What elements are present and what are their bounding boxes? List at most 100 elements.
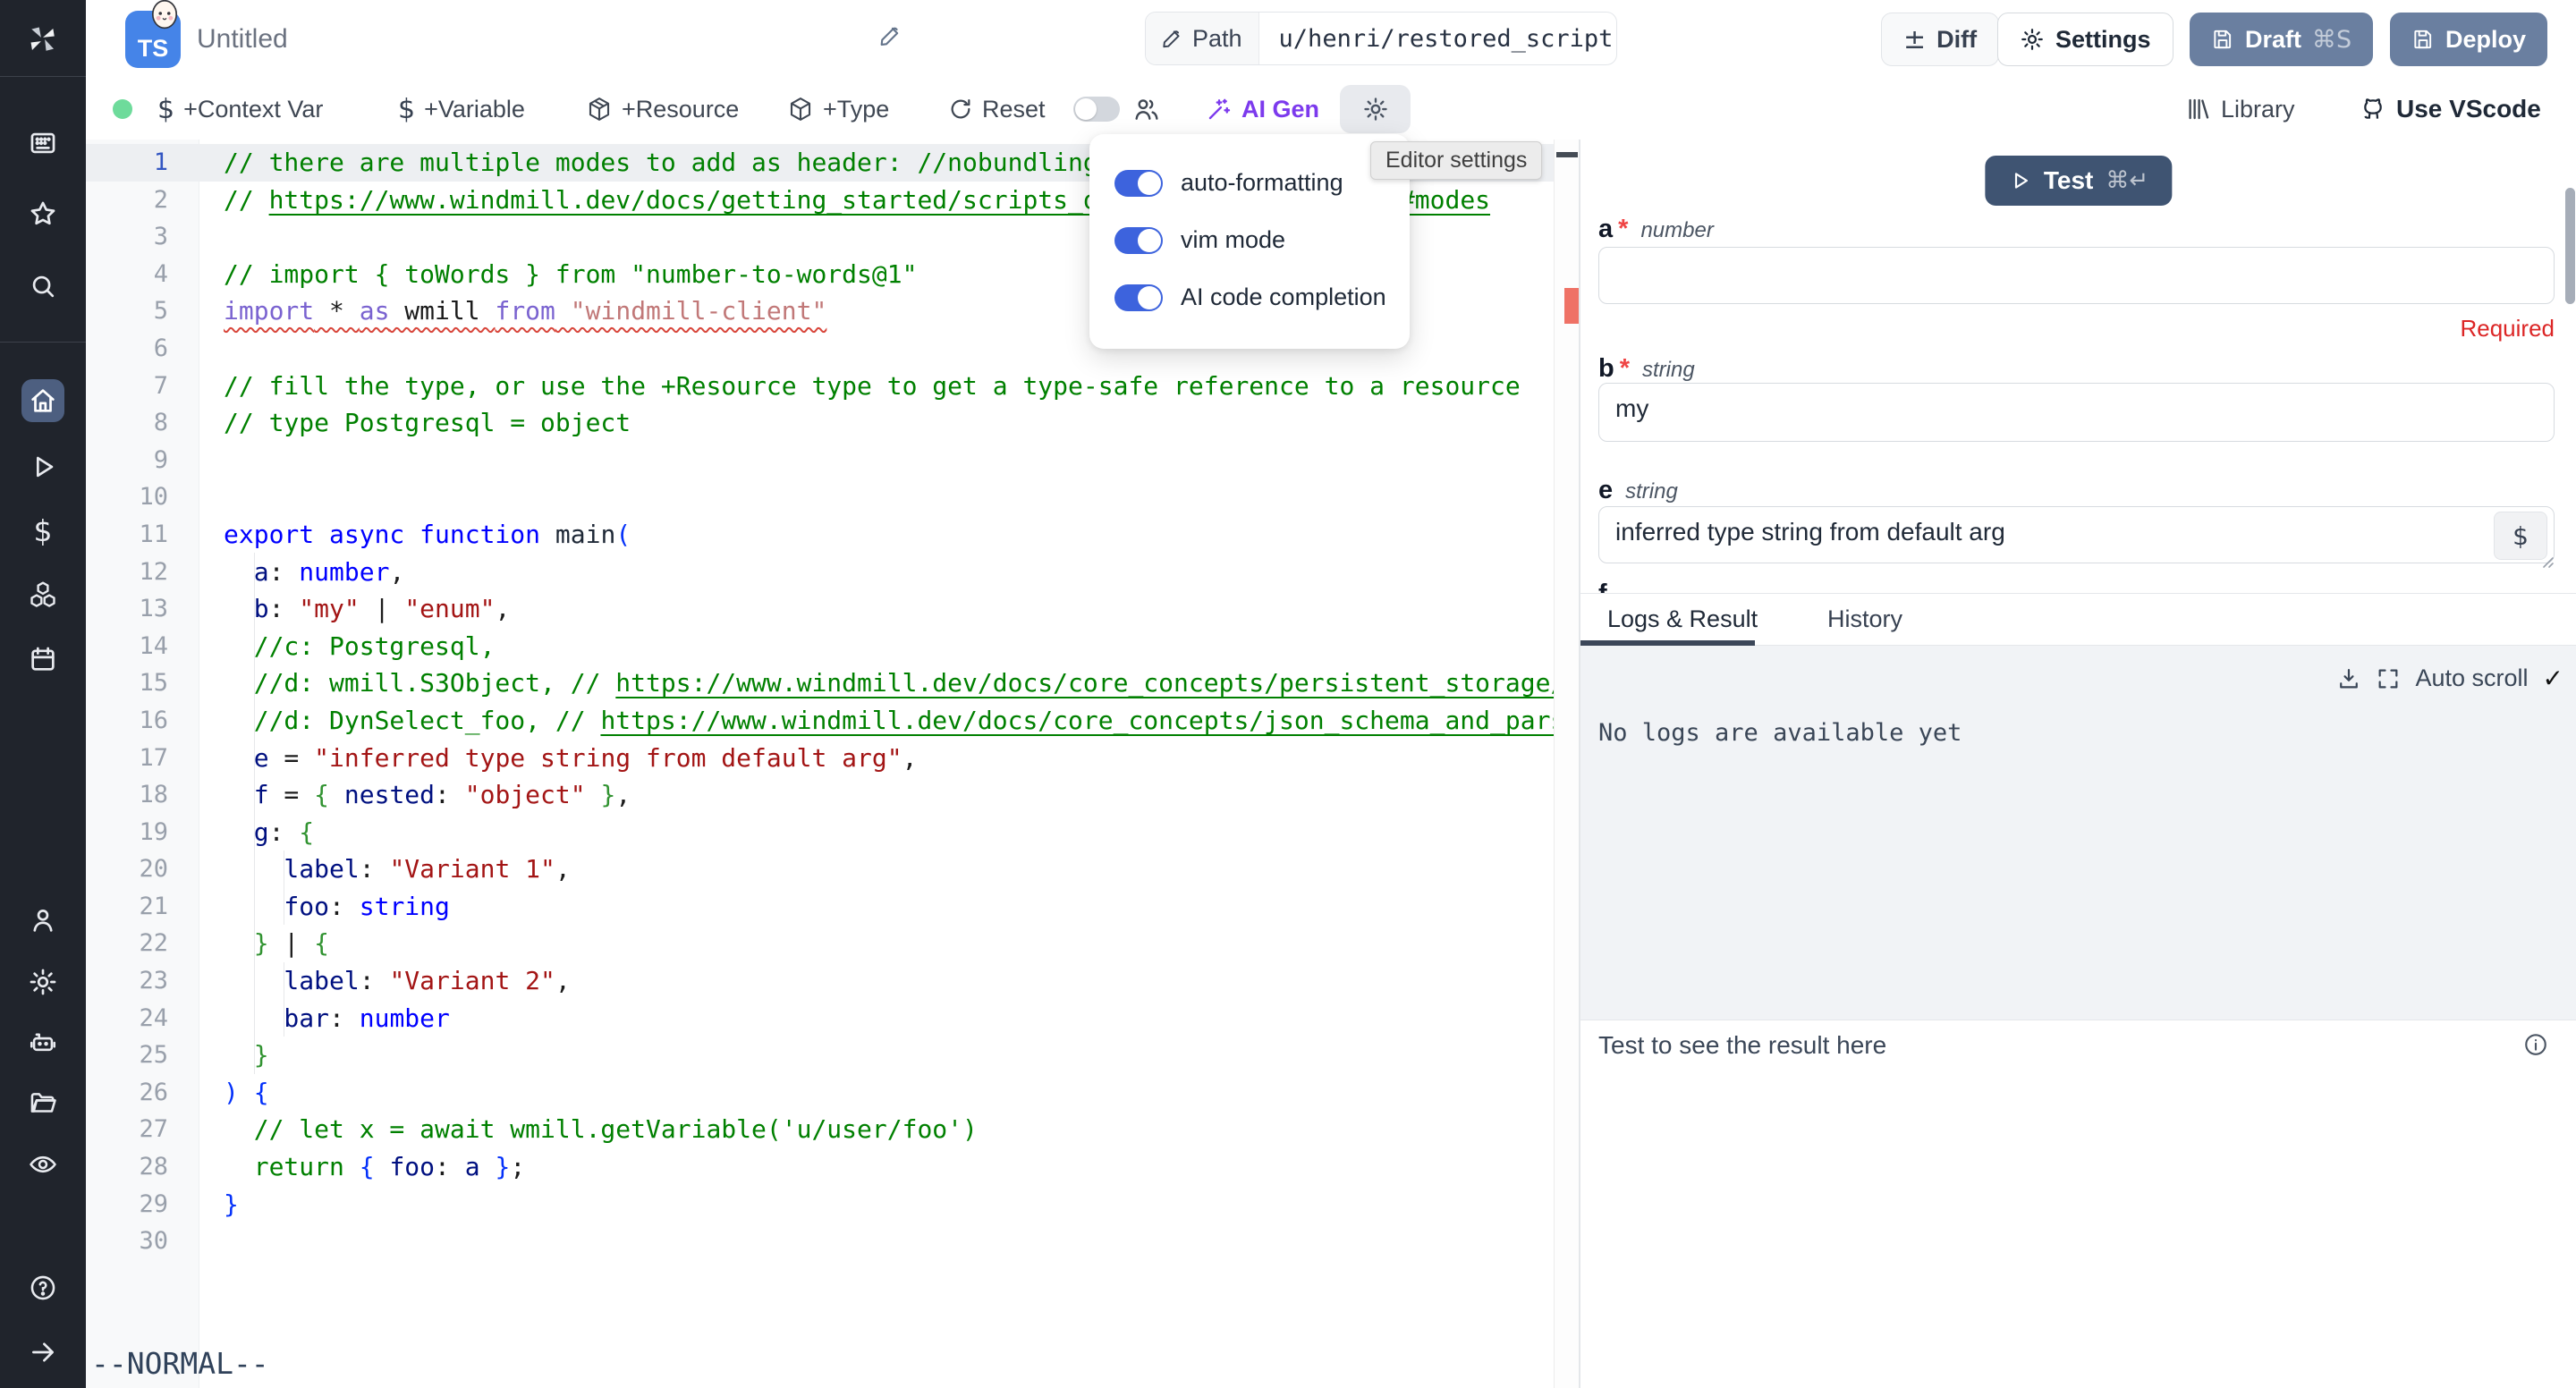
field-a-input[interactable] — [1598, 247, 2555, 304]
code-line[interactable]: 14 //c: Postgresql, — [86, 628, 1554, 665]
add-variable-button[interactable]: $ +Variable — [398, 79, 525, 140]
home-icon[interactable] — [27, 385, 59, 417]
code-line[interactable]: 9 — [86, 442, 1554, 479]
auto-scroll-checkbox[interactable]: ✓ — [2543, 664, 2563, 693]
line-number: 23 — [86, 962, 199, 1000]
multiplayer-toggle[interactable] — [1073, 97, 1120, 122]
tab-history[interactable]: History — [1827, 594, 1902, 645]
code-line[interactable]: 17 e = "inferred type string from defaul… — [86, 740, 1554, 777]
path-value[interactable]: u/henri/restored_script — [1259, 13, 1614, 64]
use-vscode-button[interactable]: Use VScode — [2359, 79, 2541, 140]
code-line[interactable]: 26) { — [86, 1074, 1554, 1112]
windmill-logo-icon[interactable] — [20, 16, 66, 63]
magic-wand-icon — [1206, 96, 1233, 123]
code-line[interactable]: 15 //d: wmill.S3Object, // https://www.w… — [86, 664, 1554, 702]
logs-section: Auto scroll ✓ No logs are available yet — [1580, 646, 2576, 1020]
line-number: 15 — [86, 664, 199, 702]
info-icon[interactable] — [2522, 1031, 2549, 1062]
line-number: 5 — [86, 292, 199, 330]
code-line[interactable]: 18 f = { nested: "object" }, — [86, 776, 1554, 814]
add-type-button[interactable]: +Type — [787, 79, 889, 140]
menu-item-vim-mode[interactable]: vim mode — [1114, 226, 1285, 254]
test-button[interactable]: Test ⌘↵ — [1985, 156, 2172, 206]
ai-gen-button[interactable]: AI Gen — [1206, 79, 1319, 140]
editor-settings-gear-button[interactable] — [1340, 85, 1411, 133]
runs-play-icon[interactable] — [27, 451, 59, 483]
line-number: 26 — [86, 1074, 199, 1112]
code-line[interactable]: 20 label: "Variant 1", — [86, 851, 1554, 888]
line-number: 21 — [86, 888, 199, 926]
code-line[interactable]: 25 } — [86, 1037, 1554, 1074]
add-context-var-button[interactable]: $ +Context Var — [157, 79, 323, 140]
test-shortcut: ⌘↵ — [2106, 167, 2148, 194]
panel-scrollbar[interactable] — [2565, 188, 2575, 304]
library-button[interactable]: Library — [2185, 79, 2295, 140]
code-line[interactable]: 11export async function main( — [86, 516, 1554, 554]
code-line[interactable]: 19 g: { — [86, 814, 1554, 851]
resources-cubes-icon[interactable] — [27, 579, 59, 611]
settings-button[interactable]: Settings — [1997, 13, 2174, 66]
code-line[interactable]: 10 — [86, 478, 1554, 516]
page-title: Untitled — [197, 24, 288, 55]
code-line[interactable]: 30 — [86, 1223, 1554, 1260]
code-line[interactable]: 28 return { foo: a }; — [86, 1148, 1554, 1186]
code-line[interactable]: 13 b: "my" | "enum", — [86, 590, 1554, 628]
code-line[interactable]: 23 label: "Variant 2", — [86, 962, 1554, 1000]
code-line[interactable]: 24 bar: number — [86, 1000, 1554, 1037]
pencil-icon — [1160, 27, 1183, 50]
audit-eye-icon[interactable] — [27, 1148, 59, 1181]
code-line[interactable]: 7// fill the type, or use the +Resource … — [86, 368, 1554, 405]
code-line[interactable]: 8// type Postgresql = object — [86, 404, 1554, 442]
code-line[interactable]: 27 // let x = await wmill.getVariable('u… — [86, 1111, 1554, 1148]
path-field[interactable]: Path u/henri/restored_script — [1145, 12, 1617, 65]
field-e-input[interactable]: inferred type string from default arg — [1598, 506, 2555, 563]
add-resource-button[interactable]: +Resource — [586, 79, 739, 140]
overview-error-marker — [1564, 288, 1580, 324]
deploy-button[interactable]: Deploy — [2390, 13, 2547, 66]
tab-logs-result[interactable]: Logs & Result — [1607, 594, 1758, 645]
menu-item-ai-code-completion[interactable]: AI code completion — [1114, 284, 1386, 311]
ai-code-completion-toggle[interactable] — [1114, 284, 1163, 311]
apps-icon[interactable] — [27, 127, 59, 159]
workers-robot-icon[interactable] — [27, 1027, 59, 1059]
dollar-icon: $ — [398, 94, 415, 125]
field-label-b: b* string — [1598, 354, 1695, 384]
save-icon — [2411, 28, 2435, 51]
user-icon[interactable] — [27, 904, 59, 936]
auto-scroll-label: Auto scroll — [2415, 664, 2528, 692]
auto-formatting-toggle[interactable] — [1114, 170, 1163, 197]
code-line[interactable]: 12 a: number, — [86, 554, 1554, 591]
code-line[interactable]: 16 //d: DynSelect_foo, // https://www.wi… — [86, 702, 1554, 740]
resize-handle-icon[interactable] — [2538, 553, 2555, 573]
diff-button[interactable]: ± Diff — [1881, 13, 1999, 66]
favorites-star-icon[interactable] — [27, 198, 59, 230]
vim-mode-toggle[interactable] — [1114, 227, 1163, 254]
line-number: 2 — [86, 182, 199, 219]
line-number: 1 — [86, 144, 199, 182]
help-icon[interactable] — [27, 1272, 59, 1304]
expand-logs-icon[interactable] — [2376, 666, 2401, 691]
test-panel: Test ⌘↵ a* number Required b* string my … — [1580, 140, 2576, 1388]
schedules-calendar-icon[interactable] — [27, 643, 59, 675]
editor-settings-menu: auto-formatting vim mode AI code complet… — [1089, 134, 1410, 349]
settings-gear-icon[interactable] — [27, 966, 59, 998]
folders-icon[interactable] — [27, 1088, 59, 1120]
editor-overview-ruler[interactable] — [1554, 140, 1580, 1388]
edit-title-pencil-icon[interactable] — [877, 23, 902, 53]
variables-dollar-icon[interactable]: $ — [27, 514, 59, 546]
reset-button[interactable]: Reset — [948, 79, 1046, 140]
collapse-arrow-icon[interactable] — [27, 1336, 59, 1368]
library-shelf-icon — [2185, 96, 2212, 123]
code-line[interactable]: 22 } | { — [86, 925, 1554, 962]
menu-item-auto-formatting[interactable]: auto-formatting — [1114, 169, 1343, 197]
line-number: 20 — [86, 851, 199, 888]
draft-button[interactable]: Draft ⌘S — [2190, 13, 2373, 66]
line-number: 7 — [86, 368, 199, 405]
field-b-input[interactable]: my — [1598, 383, 2555, 442]
download-logs-icon[interactable] — [2336, 666, 2361, 691]
code-line[interactable]: 29} — [86, 1186, 1554, 1223]
line-number: 22 — [86, 925, 199, 962]
search-icon[interactable] — [27, 270, 59, 302]
line-number: 25 — [86, 1037, 199, 1074]
code-line[interactable]: 21 foo: string — [86, 888, 1554, 926]
